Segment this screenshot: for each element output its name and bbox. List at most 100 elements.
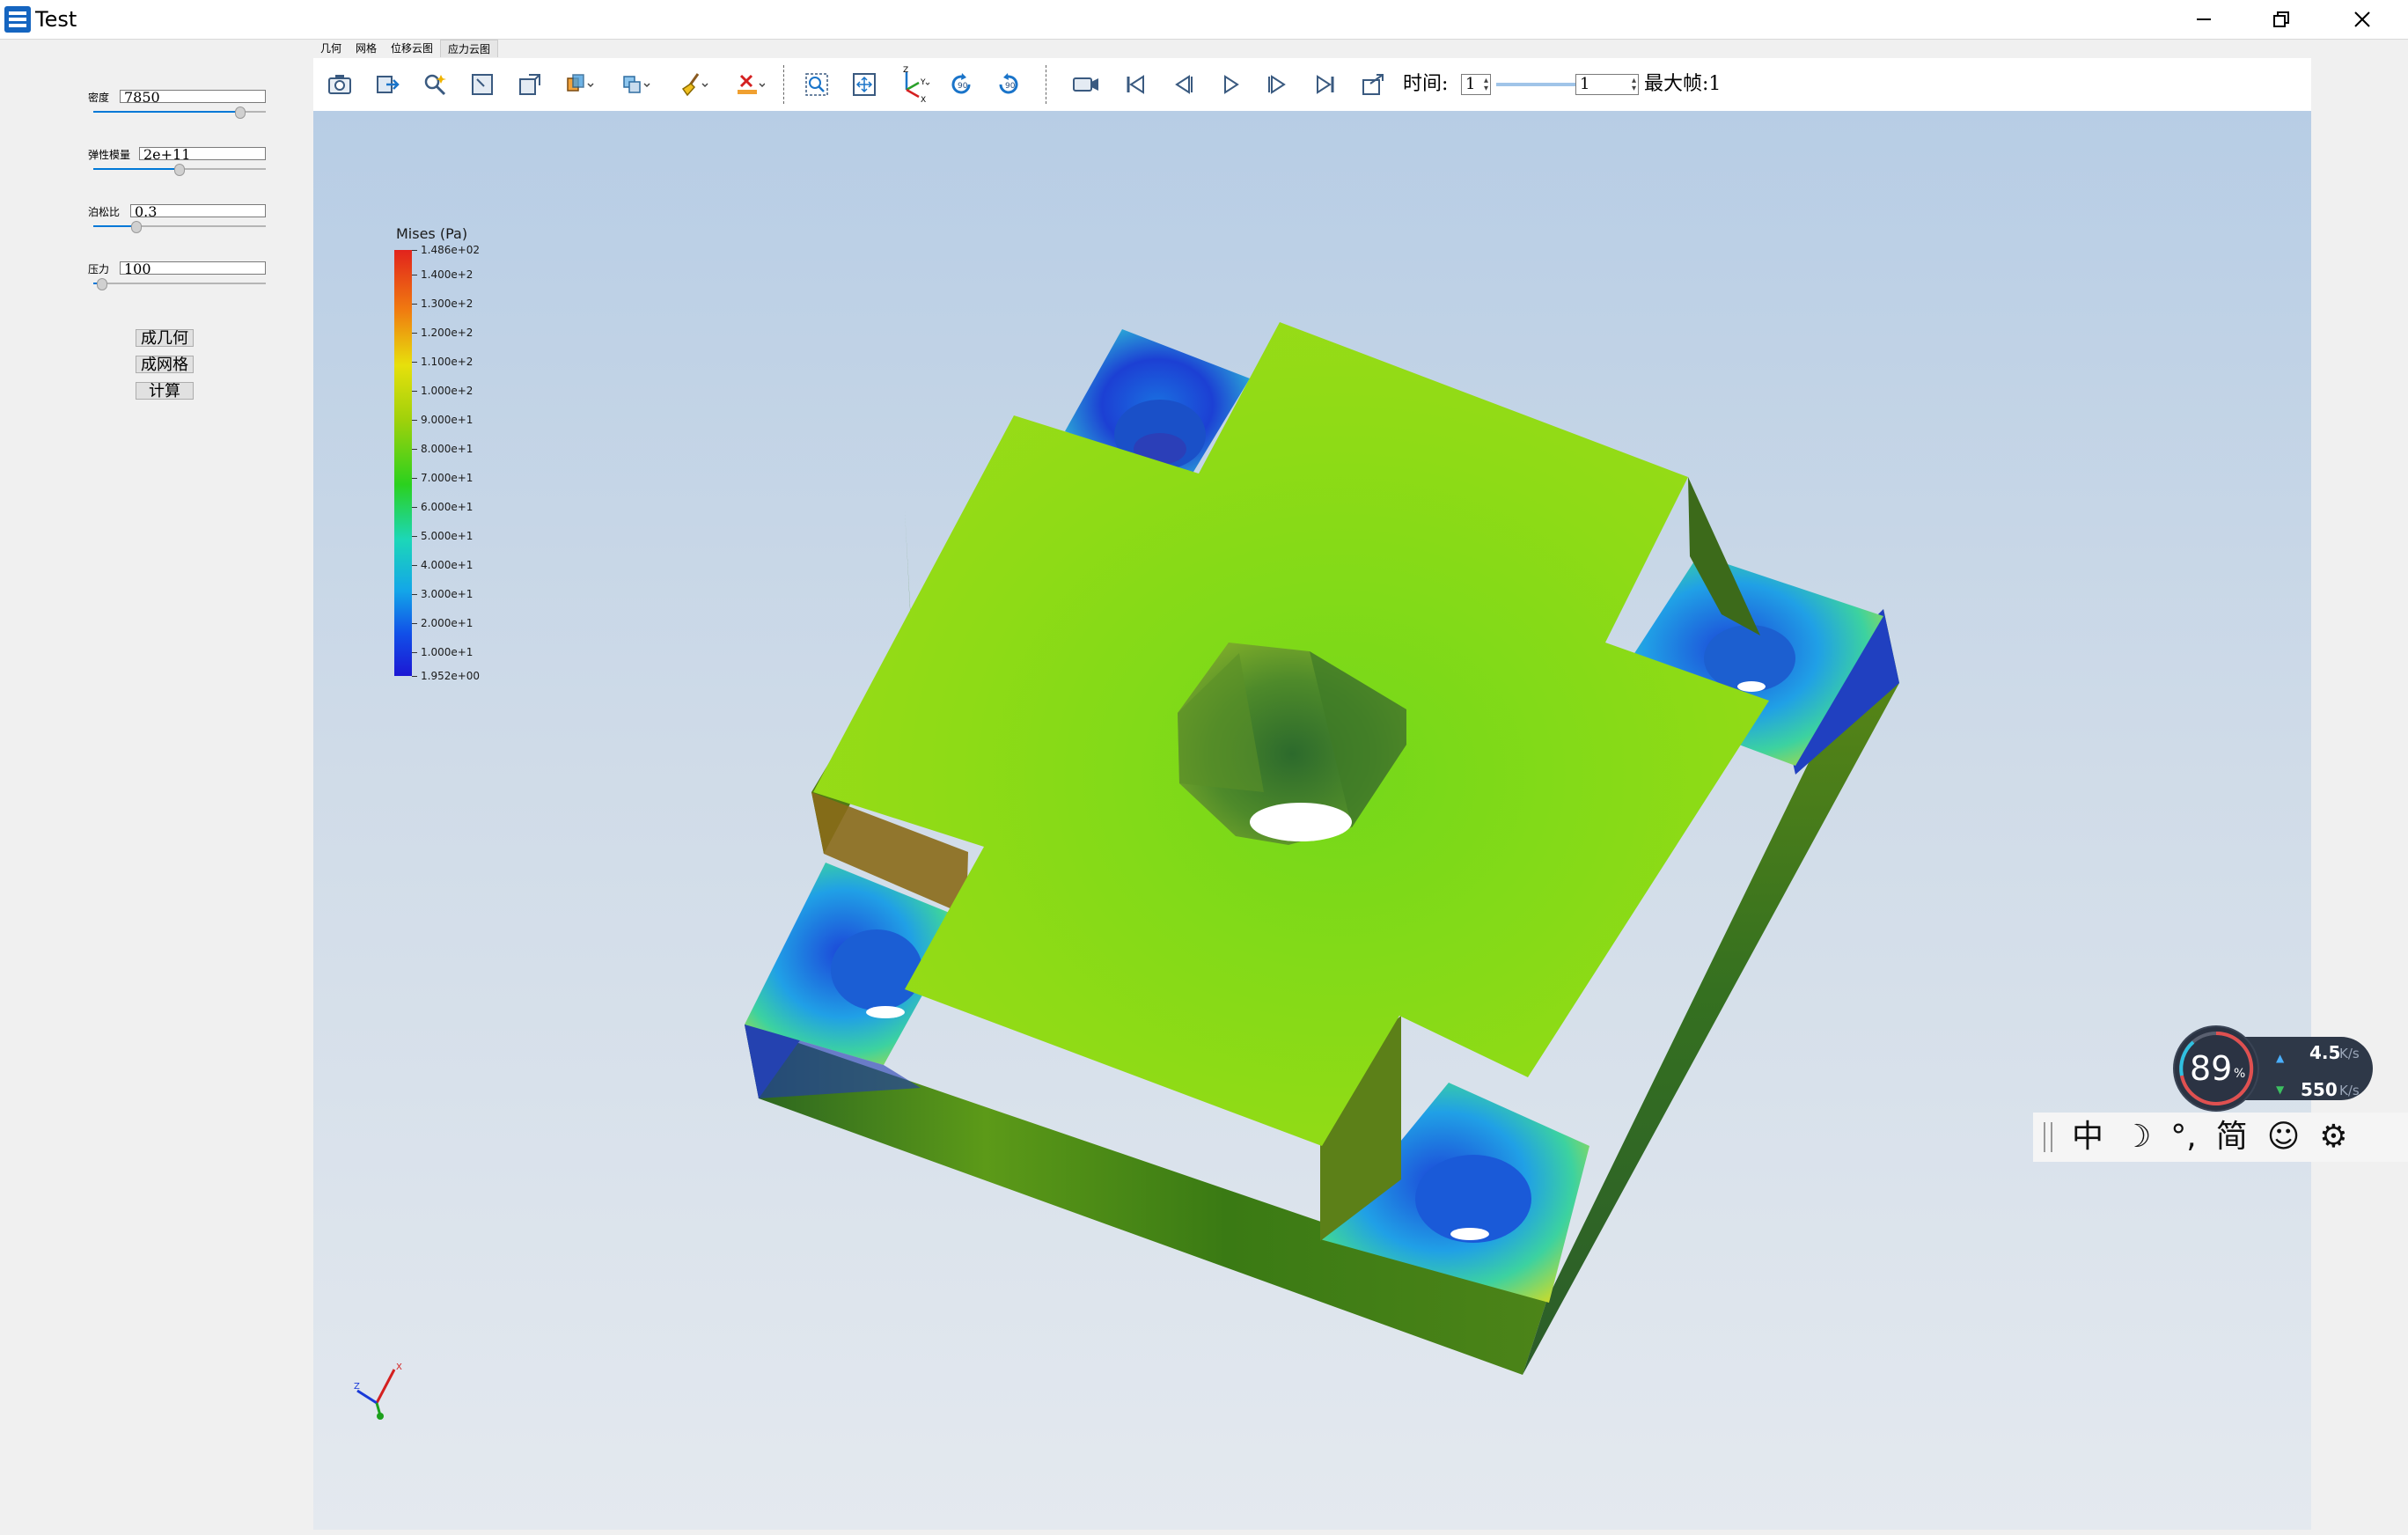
generate-geometry-button[interactable]: 成几何	[136, 329, 194, 347]
zoom-box-button[interactable]	[799, 67, 834, 102]
first-frame-icon	[1127, 75, 1144, 94]
svg-text:X: X	[921, 96, 926, 104]
frame-spinbox[interactable]: 1 ▴ ▾	[1575, 74, 1639, 95]
next-frame-icon	[1268, 75, 1286, 94]
ime-punctuation-mode[interactable]: °,	[2170, 1113, 2196, 1162]
compute-button[interactable]: 计算	[136, 382, 194, 400]
play-button[interactable]	[1213, 67, 1248, 102]
ime-settings-icon[interactable]: ⚙	[2319, 1113, 2347, 1162]
network-monitor-widget[interactable]: ▲ ▼ 89 % 4.5 K/s 550 K/s	[2167, 1021, 2378, 1113]
view-front-button[interactable]	[465, 67, 500, 102]
poisson-ratio-slider[interactable]	[93, 221, 266, 233]
tab-displacement-contour[interactable]: 位移云图	[384, 40, 441, 57]
orientation-axes: X Z	[354, 1362, 402, 1420]
delete-button[interactable]	[732, 67, 767, 102]
cut-button[interactable]	[562, 67, 597, 102]
stress-contour-model[interactable]	[313, 111, 2311, 1530]
ime-simplified-mode[interactable]: 简	[2216, 1113, 2248, 1162]
spin-arrows-icon[interactable]: ▴ ▾	[1632, 77, 1636, 93]
view-iso-icon	[519, 74, 540, 95]
delete-icon	[738, 74, 765, 94]
prev-frame-button[interactable]	[1165, 67, 1200, 102]
download-speed: 550	[2301, 1079, 2338, 1100]
prev-frame-icon	[1175, 75, 1193, 94]
zoom-box-icon	[805, 73, 828, 96]
svg-text:Y: Y	[920, 78, 926, 87]
axis-x-label: X	[396, 1362, 402, 1372]
density-slider[interactable]	[93, 106, 266, 119]
svg-text:Z: Z	[903, 66, 908, 75]
cpu-percent: 89	[2190, 1049, 2233, 1088]
svg-text:90: 90	[958, 82, 968, 91]
pressure-slider[interactable]	[93, 278, 266, 290]
toolbar: Z Y X 90 90 时间: 1 ▴ ▾ 1 ▴ ▾ 最大帧:1	[313, 58, 2311, 111]
fit-view-icon	[853, 73, 876, 96]
window-title: Test	[35, 7, 77, 32]
param-label: 压力	[88, 263, 110, 275]
view-tabs: 几何 网格 位移云图 应力云图	[313, 40, 499, 57]
export-icon	[377, 76, 400, 93]
percent-sign: %	[2234, 1067, 2246, 1081]
param-poisson-ratio: 泊松比 0.3	[88, 204, 268, 239]
generate-mesh-button[interactable]: 成网格	[136, 356, 194, 373]
3d-viewport[interactable]: Mises (Pa) 1.486e+02 1.400e+2 1.300e+2 1.20…	[313, 111, 2311, 1530]
parameter-panel: 密度 7850 弹性模量 2e+11 泊松比 0.3 压力 100 成几何 成网…	[0, 40, 313, 1535]
rotate-cw-icon: 90	[951, 73, 971, 94]
last-frame-button[interactable]	[1308, 67, 1343, 102]
time-spinbox[interactable]: 1 ▴ ▾	[1461, 74, 1491, 95]
pressure-input[interactable]: 100	[120, 261, 266, 275]
next-frame-button[interactable]	[1260, 67, 1296, 102]
ime-emoji-icon[interactable]: ☺	[2267, 1113, 2301, 1162]
minimize-icon	[2197, 18, 2211, 20]
restore-icon	[2273, 11, 2289, 27]
clip-icon	[623, 76, 650, 93]
poisson-ratio-input[interactable]: 0.3	[130, 204, 266, 217]
ime-chinese-mode[interactable]: 中	[2072, 1113, 2103, 1162]
rotate-cw-button[interactable]: 90	[943, 67, 979, 102]
slider-handle[interactable]	[174, 164, 185, 176]
first-frame-button[interactable]	[1118, 67, 1153, 102]
tab-mesh[interactable]: 网格	[349, 40, 385, 57]
camera-icon	[328, 75, 351, 94]
tab-stress-contour[interactable]: 应力云图	[440, 40, 499, 57]
density-input[interactable]: 7850	[120, 90, 266, 103]
ime-moon-icon[interactable]: ☽	[2123, 1113, 2151, 1162]
youngs-modulus-input[interactable]: 2e+11	[139, 147, 266, 160]
record-button[interactable]	[1068, 67, 1104, 102]
rotate-ccw-icon: 90	[999, 73, 1018, 94]
export-button[interactable]	[370, 67, 405, 102]
close-button[interactable]	[2324, 0, 2401, 39]
clip-button[interactable]	[618, 67, 653, 102]
screenshot-button[interactable]	[322, 67, 357, 102]
tab-geometry[interactable]: 几何	[313, 40, 349, 57]
clean-icon	[681, 73, 708, 97]
slider-handle[interactable]	[96, 278, 107, 290]
upload-unit: K/s	[2339, 1046, 2360, 1061]
spin-arrows-icon[interactable]: ▴ ▾	[1484, 77, 1488, 93]
slider-handle[interactable]	[131, 221, 142, 233]
rotate-ccw-button[interactable]: 90	[991, 67, 1026, 102]
param-youngs-modulus: 弹性模量 2e+11	[88, 147, 268, 182]
ime-toolbar: 中 ☽ °, 简 ☺ ⚙	[2033, 1113, 2408, 1162]
view-front-icon	[472, 74, 493, 95]
axes-button[interactable]: Z Y X	[896, 66, 931, 104]
youngs-modulus-slider[interactable]	[93, 164, 266, 176]
minimize-button[interactable]	[2165, 0, 2243, 39]
loop-button[interactable]	[1355, 67, 1391, 102]
param-label: 密度	[88, 92, 110, 104]
clean-button[interactable]	[676, 67, 711, 102]
restore-button[interactable]	[2243, 0, 2320, 39]
fit-view-button[interactable]	[847, 67, 882, 102]
last-frame-icon	[1317, 75, 1334, 94]
ime-grip[interactable]	[2044, 1122, 2052, 1152]
view-iso-button[interactable]	[512, 67, 547, 102]
param-density: 密度 7850	[88, 90, 268, 125]
app-icon	[4, 6, 31, 33]
probe-button[interactable]	[417, 67, 452, 102]
max-frame-label: 最大帧:1	[1644, 73, 1722, 95]
download-unit: K/s	[2339, 1083, 2360, 1098]
frame-value: 1	[1580, 75, 1590, 93]
slider-handle[interactable]	[234, 106, 246, 119]
probe-icon	[424, 74, 446, 96]
title-bar: Test	[0, 0, 2408, 40]
